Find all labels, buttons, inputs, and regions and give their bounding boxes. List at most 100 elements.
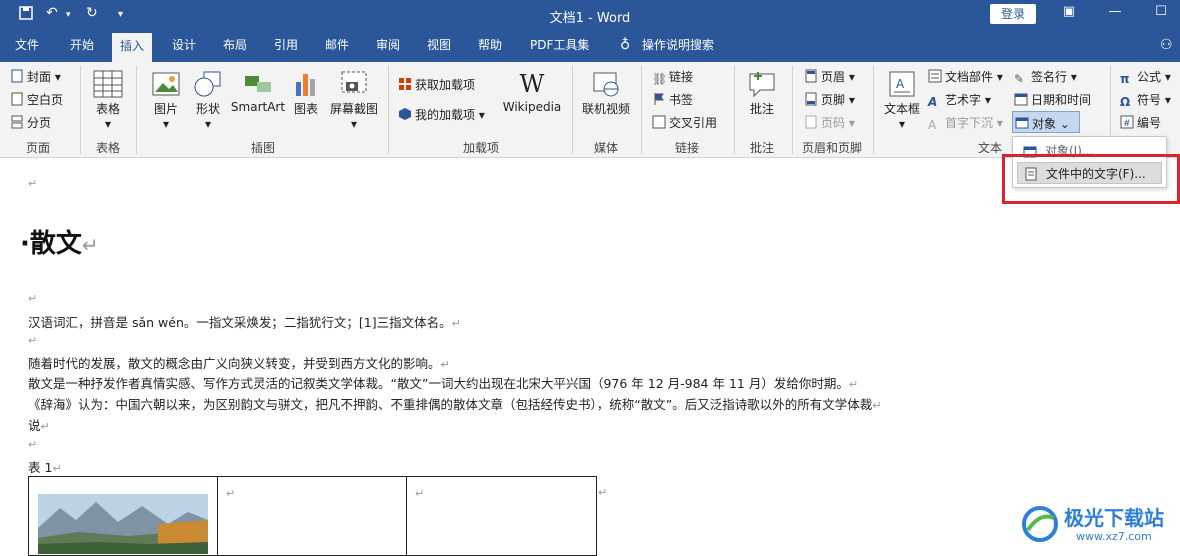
page-break-button[interactable]: 分页 [10,114,51,131]
get-addins-button[interactable]: 获取加载项 [398,76,475,93]
comment-button[interactable]: 批注 [744,70,780,117]
addin-cube-icon [398,107,412,121]
bookmark-icon [652,92,666,106]
highlight-box [1002,154,1180,204]
date-time-button[interactable]: 日期和时间 [1014,91,1091,108]
separator [792,66,793,154]
separator [388,66,389,154]
group-illustrations-label: 插图 [250,141,275,155]
bookmark-button[interactable]: 书签 [652,91,693,108]
tell-me-search[interactable]: 操作说明搜索 [634,30,722,62]
row-end-mark: ↵ [598,486,608,499]
screenshot-icon [341,71,367,93]
title-bar: ↶ ▾ ↻ ▾ 文档1 - Word 登录 ▣ — ☐ [0,0,1180,30]
tab-home[interactable]: 开始 [62,30,102,62]
screenshot-button[interactable]: 屏幕截图 ▾ [328,70,380,131]
paragraph[interactable]: 散文是一种抒发作者真情实感、写作方式灵活的记叙类文学体裁。“散文”一词大约出现在… [28,373,858,392]
tab-view[interactable]: 视图 [419,30,459,62]
page-number-button[interactable]: 页码 ▾ [804,114,855,131]
link-button[interactable]: ⛓ 链接 [652,68,693,86]
document-heading[interactable]: ·散文↵ [20,223,99,260]
tab-file[interactable]: 文件 [7,30,47,62]
blank-page-button[interactable]: 空白页 [10,91,63,108]
paragraph[interactable]: 《辞海》认为：中国六朝以来，为区别韵文与骈文，把凡不押韵、不重排偶的散体文章（包… [28,394,881,413]
picture-button[interactable]: 图片 ▾ [148,70,184,131]
separator [80,66,81,154]
svg-text:#: # [1123,119,1131,129]
tab-mailings[interactable]: 邮件 [317,30,357,62]
online-video-button[interactable]: 联机视频 [580,70,632,117]
object-button[interactable]: 对象 ⌄ [1012,111,1080,133]
tab-layout[interactable]: 布局 [215,30,255,62]
omega-icon: Ω [1120,95,1131,109]
watermark: 极光下载站 www.xz7.com [1020,500,1180,550]
login-button[interactable]: 登录 [990,4,1036,24]
tab-pdf-tools[interactable]: PDF工具集 [522,30,597,62]
smartart-button[interactable]: SmartArt [230,70,286,114]
tab-help[interactable]: 帮助 [470,30,510,62]
tab-review[interactable]: 审阅 [368,30,408,62]
equation-button[interactable]: π 公式 ▾ [1120,68,1171,86]
paragraph-mark: ↵ [28,334,38,347]
table-cell[interactable]: ↵ [406,476,597,556]
numbering-button[interactable]: # 编号 [1120,114,1161,131]
online-video-icon [593,72,619,97]
text-box-button[interactable]: A 文本框 ▾ [882,70,922,131]
tab-design[interactable]: 设计 [164,30,204,62]
tab-references[interactable]: 引用 [266,30,306,62]
chart-icon [296,74,315,96]
chart-button[interactable]: 图表 [291,70,321,117]
maximize-icon[interactable]: ☐ [1150,4,1172,24]
wordart-button[interactable]: A 艺术字 ▾ [928,91,991,109]
signature-line-button[interactable]: ✎ 签名行 ▾ [1014,68,1077,86]
paragraph-mark: ↵ [28,292,38,305]
paragraph[interactable]: 说↵ [28,415,50,434]
cover-page-button[interactable]: 封面 ▾ [10,68,61,85]
picture-icon [152,72,180,96]
tab-insert[interactable]: 插入 [112,33,153,62]
table-cell[interactable]: ↵ [217,476,407,556]
cross-reference-icon [652,115,666,129]
paragraph-mark: ↵ [28,438,38,451]
page-break-icon [10,115,24,129]
group-tables-label: 表格 [95,141,120,155]
separator [734,66,735,154]
paragraph[interactable]: 汉语词汇，拼音是 sǎn wén。一指文采焕发；二指犹行文；[1]三指文体名。↵ [28,312,461,331]
text-box-icon: A [889,71,915,97]
minimize-icon[interactable]: — [1104,4,1126,24]
symbol-button[interactable]: Ω 符号 ▾ [1120,91,1171,109]
wordart-icon: A [928,95,938,109]
footer-icon [804,92,818,106]
group-header-footer-label: 页眉和页脚 [801,141,862,155]
smartart-icon [245,76,271,92]
my-addins-button[interactable]: 我的加载项 ▾ [398,106,485,123]
drop-cap-button[interactable]: A 首字下沉 ▾ [928,114,1003,132]
separator [641,66,642,154]
header-button[interactable]: 页眉 ▾ [804,68,855,85]
paragraph[interactable]: 随着时代的发展，散文的概念由广义向狭义转变，并受到西方文化的影响。↵ [28,353,450,372]
ribbon-display-icon[interactable]: ▣ [1058,4,1080,24]
shapes-button[interactable]: 形状 ▾ [190,70,226,131]
svg-text:A: A [896,77,905,91]
drop-cap-icon: A [928,118,937,132]
table-cell[interactable] [28,476,218,556]
link-icon: ⛓ [652,72,668,86]
table-caption[interactable]: 表 1↵ [28,457,62,476]
comment-icon [749,72,775,98]
group-pages-label: 页面 [25,141,50,155]
object-icon [1015,116,1029,130]
pi-icon: π [1120,72,1130,86]
quick-parts-button[interactable]: 文档部件 ▾ [928,68,1003,85]
blank-page-icon [10,92,24,106]
separator [572,66,573,154]
wikipedia-icon: W [519,70,545,98]
group-links-label: 链接 [674,141,699,155]
group-comments-label: 批注 [749,141,774,155]
cross-reference-button[interactable]: 交叉引用 [652,114,717,131]
footer-button[interactable]: 页脚 ▾ [804,91,855,108]
group-media-label: 媒体 [593,141,618,155]
share-icon[interactable]: ⚇ [1152,30,1180,62]
wikipedia-button[interactable]: W Wikipedia [500,70,564,114]
quick-parts-icon [928,69,942,83]
table-button[interactable]: 表格 ▾ [90,70,126,131]
